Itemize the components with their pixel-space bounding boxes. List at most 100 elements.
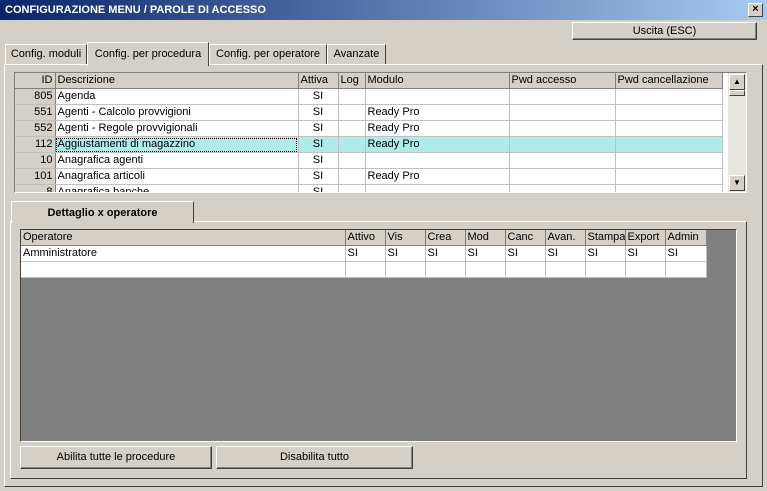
cell-attiva[interactable]: SI <box>298 120 339 137</box>
cell-empty[interactable] <box>665 261 707 278</box>
cell-descrizione[interactable]: Aggiustamenti di magazzino <box>55 136 299 153</box>
cell-log[interactable] <box>338 88 366 105</box>
col-header-admin[interactable]: Admin <box>665 230 707 246</box>
close-icon[interactable]: × <box>748 3 763 17</box>
col-header-stampa[interactable]: Stampa <box>585 230 626 246</box>
tab-avanzate[interactable]: Avanzate <box>327 44 386 65</box>
cell-stampa[interactable]: SI <box>585 245 626 262</box>
cell-modulo[interactable]: Ready Pro <box>365 136 510 153</box>
col-header-pwd-accesso[interactable]: Pwd accesso <box>509 73 616 89</box>
tab-config-per-procedura[interactable]: Config. per procedura <box>87 42 209 66</box>
cell-modulo[interactable] <box>365 184 510 192</box>
cell-empty[interactable] <box>465 261 506 278</box>
table-row[interactable]: 805 Agenda SI <box>15 88 723 105</box>
table-row[interactable]: 101 Anagrafica articoli SI Ready Pro <box>15 168 723 185</box>
scroll-thumb[interactable] <box>729 90 745 96</box>
cell-id[interactable]: 101 <box>15 168 56 185</box>
scroll-up-icon[interactable]: ▲ <box>729 74 745 90</box>
cell-modulo[interactable]: Ready Pro <box>365 104 510 121</box>
tab-config-per-operatore[interactable]: Config. per operatore <box>209 44 327 65</box>
col-header-attivo[interactable]: Attivo <box>345 230 386 246</box>
col-header-canc[interactable]: Canc <box>505 230 546 246</box>
cell-log[interactable] <box>338 136 366 153</box>
cell-attiva[interactable]: SI <box>298 152 339 169</box>
cell-attiva[interactable]: SI <box>298 136 339 153</box>
cell-canc[interactable]: SI <box>505 245 546 262</box>
procedures-scrollbar[interactable]: ▲ ▼ <box>728 73 746 192</box>
cell-pwd-accesso[interactable] <box>509 168 616 185</box>
cell-pwd-accesso[interactable] <box>509 136 616 153</box>
cell-descrizione[interactable]: Agenti - Calcolo provvigioni <box>55 104 299 121</box>
col-header-descrizione[interactable]: Descrizione <box>55 73 299 89</box>
cell-id[interactable]: 8 <box>15 184 56 192</box>
cell-pwd-cancellazione[interactable] <box>615 120 723 137</box>
cell-pwd-cancellazione[interactable] <box>615 88 723 105</box>
cell-descrizione[interactable]: Agenti - Regole provvigionali <box>55 120 299 137</box>
cell-descrizione[interactable]: Anagrafica agenti <box>55 152 299 169</box>
col-header-export[interactable]: Export <box>625 230 666 246</box>
cell-pwd-accesso[interactable] <box>509 184 616 192</box>
col-header-attiva[interactable]: Attiva <box>298 73 339 89</box>
cell-empty[interactable] <box>505 261 546 278</box>
cell-pwd-accesso[interactable] <box>509 152 616 169</box>
cell-log[interactable] <box>338 104 366 121</box>
cell-admin[interactable]: SI <box>665 245 707 262</box>
cell-empty[interactable] <box>425 261 466 278</box>
cell-attiva[interactable]: SI <box>298 104 339 121</box>
cell-id[interactable]: 551 <box>15 104 56 121</box>
cell-log[interactable] <box>338 168 366 185</box>
cell-id[interactable]: 10 <box>15 152 56 169</box>
cell-id[interactable]: 112 <box>15 136 56 153</box>
cell-log[interactable] <box>338 184 366 192</box>
cell-empty[interactable] <box>625 261 666 278</box>
cell-attivo[interactable]: SI <box>345 245 386 262</box>
table-row[interactable]: 8 Anagrafica banche SI <box>15 184 723 192</box>
cell-empty[interactable] <box>385 261 426 278</box>
cell-pwd-cancellazione[interactable] <box>615 136 723 153</box>
cell-mod[interactable]: SI <box>465 245 506 262</box>
cell-id[interactable]: 805 <box>15 88 56 105</box>
cell-empty[interactable] <box>21 261 346 278</box>
table-row[interactable]: 10 Anagrafica agenti SI <box>15 152 723 169</box>
cell-pwd-cancellazione[interactable] <box>615 104 723 121</box>
col-header-pwd-cancellazione[interactable]: Pwd cancellazione <box>615 73 723 89</box>
cell-pwd-accesso[interactable] <box>509 88 616 105</box>
table-row[interactable]: Amministratore SI SI SI SI SI SI SI SI S… <box>21 245 707 262</box>
cell-attiva[interactable]: SI <box>298 88 339 105</box>
cell-operatore[interactable]: Amministratore <box>21 245 346 262</box>
col-header-id[interactable]: ID <box>15 73 56 89</box>
cell-empty[interactable] <box>345 261 386 278</box>
cell-pwd-accesso[interactable] <box>509 120 616 137</box>
tab-config-moduli[interactable]: Config. moduli <box>5 44 87 65</box>
cell-id[interactable]: 552 <box>15 120 56 137</box>
col-header-mod[interactable]: Mod <box>465 230 506 246</box>
cell-attiva[interactable]: SI <box>298 184 339 192</box>
col-header-crea[interactable]: Crea <box>425 230 466 246</box>
cell-modulo[interactable] <box>365 152 510 169</box>
cell-pwd-cancellazione[interactable] <box>615 152 723 169</box>
cell-attiva[interactable]: SI <box>298 168 339 185</box>
col-header-modulo[interactable]: Modulo <box>365 73 510 89</box>
col-header-avan[interactable]: Avan. <box>545 230 586 246</box>
cell-empty[interactable] <box>585 261 626 278</box>
cell-export[interactable]: SI <box>625 245 666 262</box>
cell-log[interactable] <box>338 152 366 169</box>
table-row[interactable]: 551 Agenti - Calcolo provvigioni SI Read… <box>15 104 723 121</box>
scroll-down-icon[interactable]: ▼ <box>729 175 745 191</box>
cell-descrizione[interactable]: Agenda <box>55 88 299 105</box>
cell-modulo[interactable]: Ready Pro <box>365 168 510 185</box>
col-header-log[interactable]: Log <box>338 73 366 89</box>
cell-avan[interactable]: SI <box>545 245 586 262</box>
cell-descrizione[interactable]: Anagrafica articoli <box>55 168 299 185</box>
cell-empty[interactable] <box>545 261 586 278</box>
cell-pwd-accesso[interactable] <box>509 104 616 121</box>
cell-pwd-cancellazione[interactable] <box>615 168 723 185</box>
col-header-operatore[interactable]: Operatore <box>21 230 346 246</box>
cell-pwd-cancellazione[interactable] <box>615 184 723 192</box>
cell-modulo[interactable] <box>365 88 510 105</box>
disable-all-button[interactable]: Disabilita tutto <box>216 446 413 469</box>
enable-all-procedures-button[interactable]: Abilita tutte le procedure <box>20 446 212 469</box>
table-row-selected[interactable]: 112 Aggiustamenti di magazzino SI Ready … <box>15 136 723 153</box>
cell-descrizione[interactable]: Anagrafica banche <box>55 184 299 192</box>
table-row-empty[interactable] <box>21 261 707 278</box>
